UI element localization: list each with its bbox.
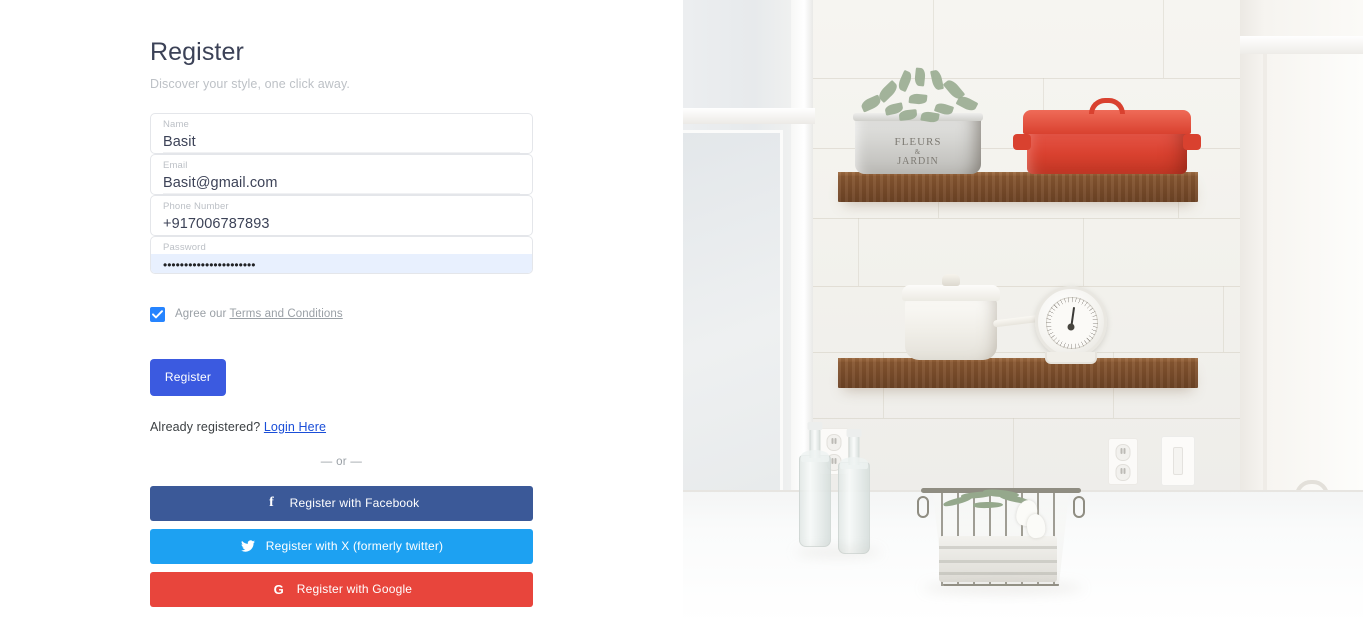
light-switch-plate	[1161, 436, 1195, 486]
register-with-x-button[interactable]: Register with X (formerly twitter)	[150, 528, 533, 564]
name-field[interactable]: Name Basit	[150, 112, 533, 154]
login-here-link[interactable]: Login Here	[264, 420, 326, 434]
agree-terms-text: Agree our Terms and Conditions	[175, 308, 343, 320]
planter-text-fleurs: FLEURS	[894, 136, 942, 148]
glass-bottle-right	[838, 429, 870, 554]
twitter-icon	[240, 540, 256, 552]
planter-greenery	[851, 67, 985, 124]
register-with-x-label: Register with X (formerly twitter)	[265, 539, 444, 554]
register-with-facebook-label: Register with Facebook	[289, 496, 420, 511]
register-with-google-label: Register with Google	[296, 582, 413, 597]
red-casserole-dish	[1013, 98, 1201, 174]
folded-towels	[939, 536, 1057, 582]
fleurs-jardin-planter: FLEURS & JARDIN	[853, 113, 983, 174]
password-field-value: ••••••••••••••••••••••	[151, 253, 532, 273]
wire-basket	[917, 488, 1085, 586]
planter-text-amp: &	[914, 148, 922, 156]
facebook-icon: f	[269, 495, 275, 511]
register-submit-button[interactable]: Register	[150, 358, 226, 396]
social-register-buttons: f Register with Facebook Register with X…	[150, 485, 533, 607]
basket-shadow	[923, 582, 1083, 594]
page-title: Register	[150, 38, 244, 66]
glass-bottle-left	[799, 422, 831, 547]
kitchen-photo: FLEURS & JARDIN	[683, 0, 1363, 624]
page-subtitle: Discover your style, one click away.	[150, 76, 350, 91]
google-icon: G	[273, 581, 284, 597]
register-with-facebook-button[interactable]: f Register with Facebook	[150, 485, 533, 521]
phone-number-field-label: Phone Number	[163, 200, 229, 212]
left-window-glass	[683, 130, 783, 550]
terms-and-conditions-link[interactable]: Terms and Conditions	[230, 308, 343, 320]
email-field-value: Basit@gmail.com	[163, 174, 278, 191]
top-wooden-shelf	[838, 172, 1198, 202]
right-door-header	[1240, 36, 1363, 54]
name-field-label: Name	[163, 118, 189, 130]
register-page: Register Discover your style, one click …	[0, 0, 1363, 624]
wall-outlet-right	[1108, 438, 1138, 485]
register-field-stack: Name Basit Email Basit@gmail.com Phone N…	[150, 112, 533, 274]
name-field-underline	[163, 151, 520, 153]
planter-text-jardin: JARDIN	[897, 156, 939, 167]
already-registered-text: Already registered?	[150, 419, 261, 434]
bottom-wooden-shelf	[838, 358, 1198, 388]
email-field[interactable]: Email Basit@gmail.com	[150, 153, 533, 195]
or-separator: — or —	[320, 455, 363, 468]
phone-number-field-value: +917006787893	[163, 215, 270, 232]
password-field[interactable]: Password ••••••••••••••••••••••	[150, 235, 533, 274]
register-form-panel: Register Discover your style, one click …	[0, 0, 683, 624]
bottle-shadow	[795, 548, 881, 557]
left-door-header	[683, 108, 815, 124]
name-field-value: Basit	[163, 133, 196, 150]
already-registered-row: Already registered? Login Here	[150, 420, 533, 434]
agree-terms-checkbox[interactable]	[150, 306, 165, 322]
register-with-google-button[interactable]: G Register with Google	[150, 571, 533, 607]
white-saucepan	[902, 274, 1068, 360]
kitchen-scale-base	[1045, 352, 1097, 364]
vintage-kitchen-scale	[1035, 286, 1107, 358]
email-field-underline	[163, 192, 520, 194]
agree-terms-prefix: Agree our	[175, 308, 227, 321]
basket-greens	[942, 484, 1047, 540]
email-field-label: Email	[163, 159, 188, 171]
agree-terms-row: Agree our Terms and Conditions	[150, 306, 533, 322]
phone-number-field[interactable]: Phone Number +917006787893	[150, 194, 533, 236]
password-field-label: Password	[163, 241, 206, 253]
kitchen-photo-panel: FLEURS & JARDIN	[683, 0, 1363, 624]
check-icon	[152, 310, 163, 319]
